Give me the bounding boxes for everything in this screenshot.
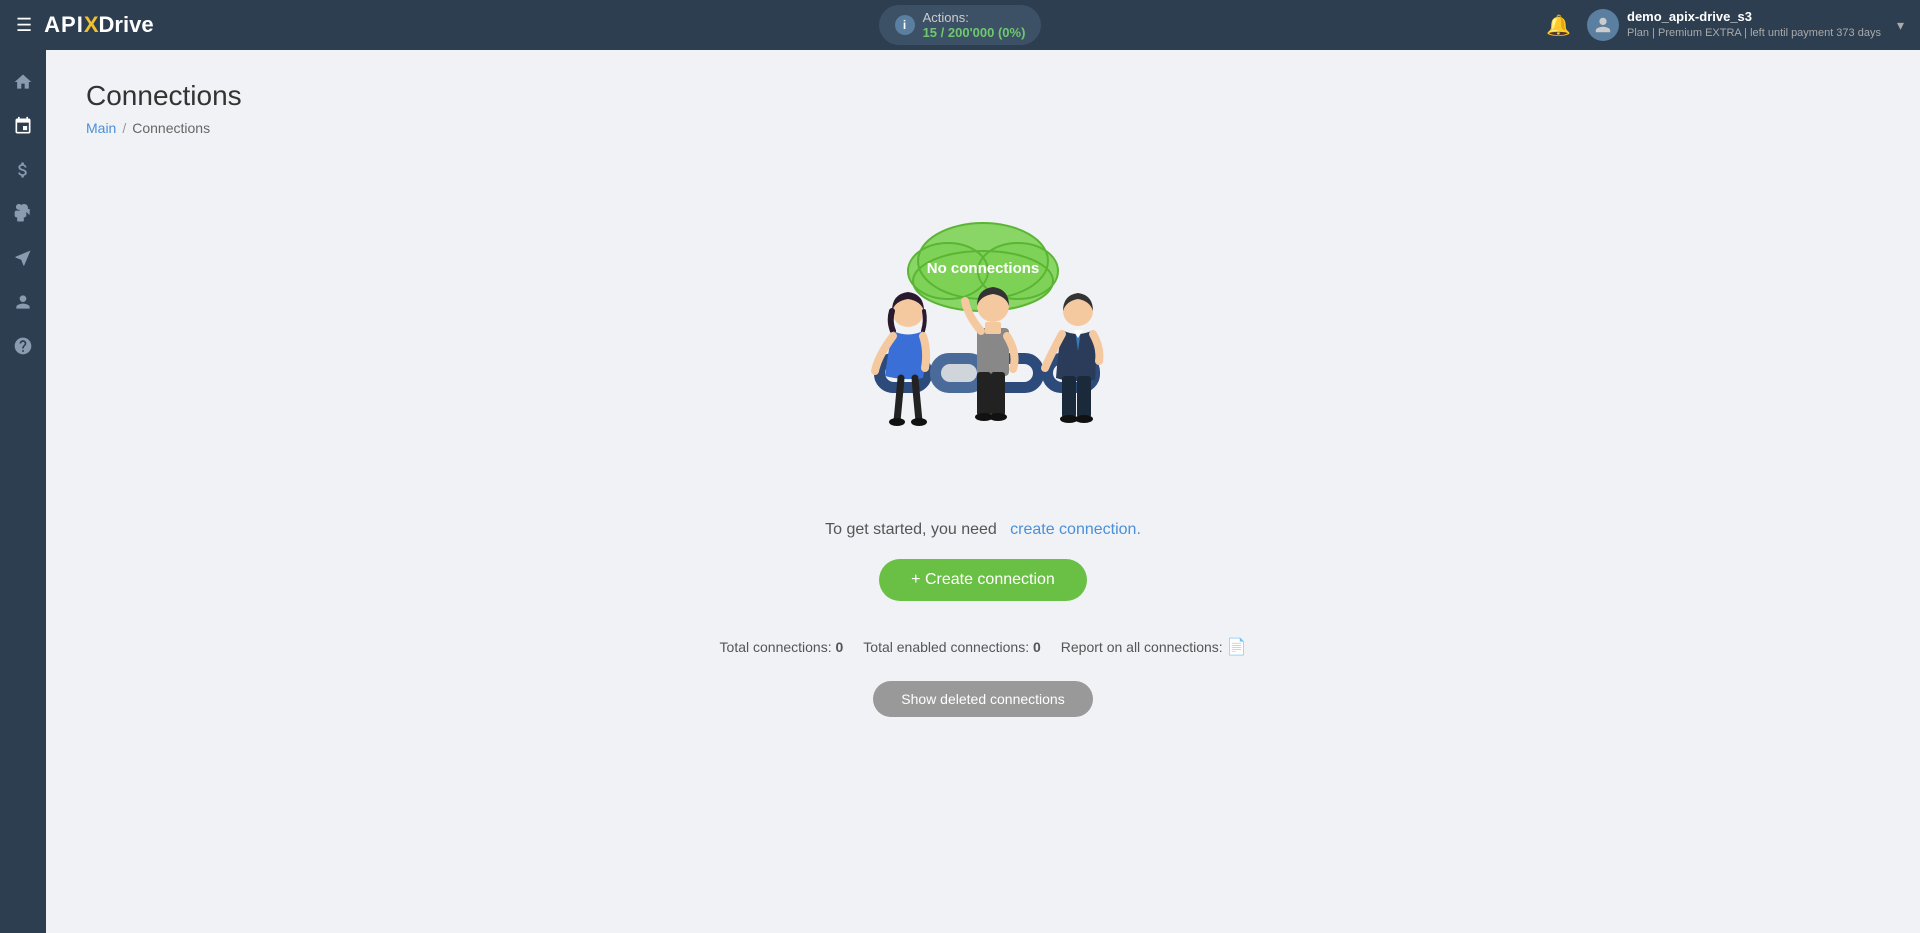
- page-title: Connections: [86, 80, 1880, 112]
- topnav: ☰ APIXDrive i Actions: 15 / 200'000 (0%)…: [0, 0, 1920, 50]
- sidebar-item-billing[interactable]: [3, 150, 43, 190]
- report-section: Report on all connections: 📄: [1061, 637, 1247, 657]
- topnav-center: i Actions: 15 / 200'000 (0%): [488, 5, 1432, 45]
- sidebar-item-home[interactable]: [3, 62, 43, 102]
- empty-state: No connections: [86, 166, 1880, 757]
- billing-icon: [13, 160, 33, 180]
- total-enabled-label: Total enabled connections:: [863, 639, 1029, 655]
- report-icon[interactable]: 📄: [1227, 637, 1247, 657]
- stats-row: Total connections: 0 Total enabled conne…: [720, 637, 1247, 657]
- sidebar-item-account[interactable]: [3, 282, 43, 322]
- chevron-down-icon[interactable]: ▾: [1897, 17, 1904, 34]
- connections-illustration: No connections: [813, 206, 1153, 486]
- account-icon: [13, 292, 33, 312]
- hamburger-icon[interactable]: ☰: [16, 15, 32, 36]
- illustration: No connections: [813, 206, 1153, 491]
- total-connections-value: 0: [836, 639, 844, 655]
- show-deleted-button[interactable]: Show deleted connections: [873, 681, 1092, 717]
- logo: APIXDrive: [44, 12, 153, 38]
- sidebar-item-tools[interactable]: [3, 194, 43, 234]
- username: demo_apix-drive_s3: [1627, 9, 1881, 26]
- topnav-right: 🔔 demo_apix-drive_s3 Plan | Premium EXTR…: [1432, 9, 1904, 41]
- total-connections: Total connections: 0: [720, 639, 844, 655]
- user-icon: [1594, 16, 1612, 34]
- total-enabled-connections: Total enabled connections: 0: [863, 639, 1040, 655]
- breadcrumb: Main / Connections: [86, 120, 1880, 136]
- tools-icon: [13, 204, 33, 224]
- content-area: Connections Main / Connections: [46, 50, 1920, 933]
- logo-api: API: [44, 12, 84, 38]
- bell-icon[interactable]: 🔔: [1546, 13, 1571, 38]
- logo-drive: Drive: [99, 12, 154, 38]
- home-icon: [13, 72, 33, 92]
- report-label: Report on all connections:: [1061, 639, 1223, 655]
- cta-link[interactable]: create connection.: [1010, 521, 1141, 538]
- cta-prefix: To get started, you need: [825, 521, 997, 538]
- help-icon: [13, 336, 33, 356]
- total-connections-label: Total connections:: [720, 639, 832, 655]
- svg-text:No connections: No connections: [927, 260, 1040, 277]
- total-enabled-value: 0: [1033, 639, 1041, 655]
- breadcrumb-main[interactable]: Main: [86, 120, 116, 136]
- main-layout: Connections Main / Connections: [0, 50, 1920, 933]
- topnav-left: ☰ APIXDrive: [16, 12, 488, 38]
- connections-icon: [13, 116, 33, 136]
- actions-label: Actions:: [923, 10, 969, 25]
- actions-text: Actions: 15 / 200'000 (0%): [923, 10, 1026, 40]
- sidebar-item-tutorials[interactable]: [3, 238, 43, 278]
- sidebar-item-connections[interactable]: [3, 106, 43, 146]
- sidebar-item-help[interactable]: [3, 326, 43, 366]
- info-icon: i: [895, 15, 915, 35]
- cta-text: To get started, you need create connecti…: [825, 521, 1141, 539]
- breadcrumb-current: Connections: [132, 120, 210, 136]
- user-info: demo_apix-drive_s3 Plan | Premium EXTRA …: [1587, 9, 1881, 41]
- logo-x: X: [84, 12, 99, 38]
- avatar: [1587, 9, 1619, 41]
- tutorials-icon: [13, 248, 33, 268]
- breadcrumb-sep: /: [122, 120, 126, 136]
- actions-count: 15 / 200'000 (0%): [923, 25, 1026, 40]
- user-plan: Plan | Premium EXTRA | left until paymen…: [1627, 26, 1881, 40]
- create-connection-button[interactable]: + Create connection: [879, 559, 1087, 601]
- actions-pill[interactable]: i Actions: 15 / 200'000 (0%): [879, 5, 1042, 45]
- sidebar: [0, 50, 46, 933]
- user-details: demo_apix-drive_s3 Plan | Premium EXTRA …: [1627, 9, 1881, 40]
